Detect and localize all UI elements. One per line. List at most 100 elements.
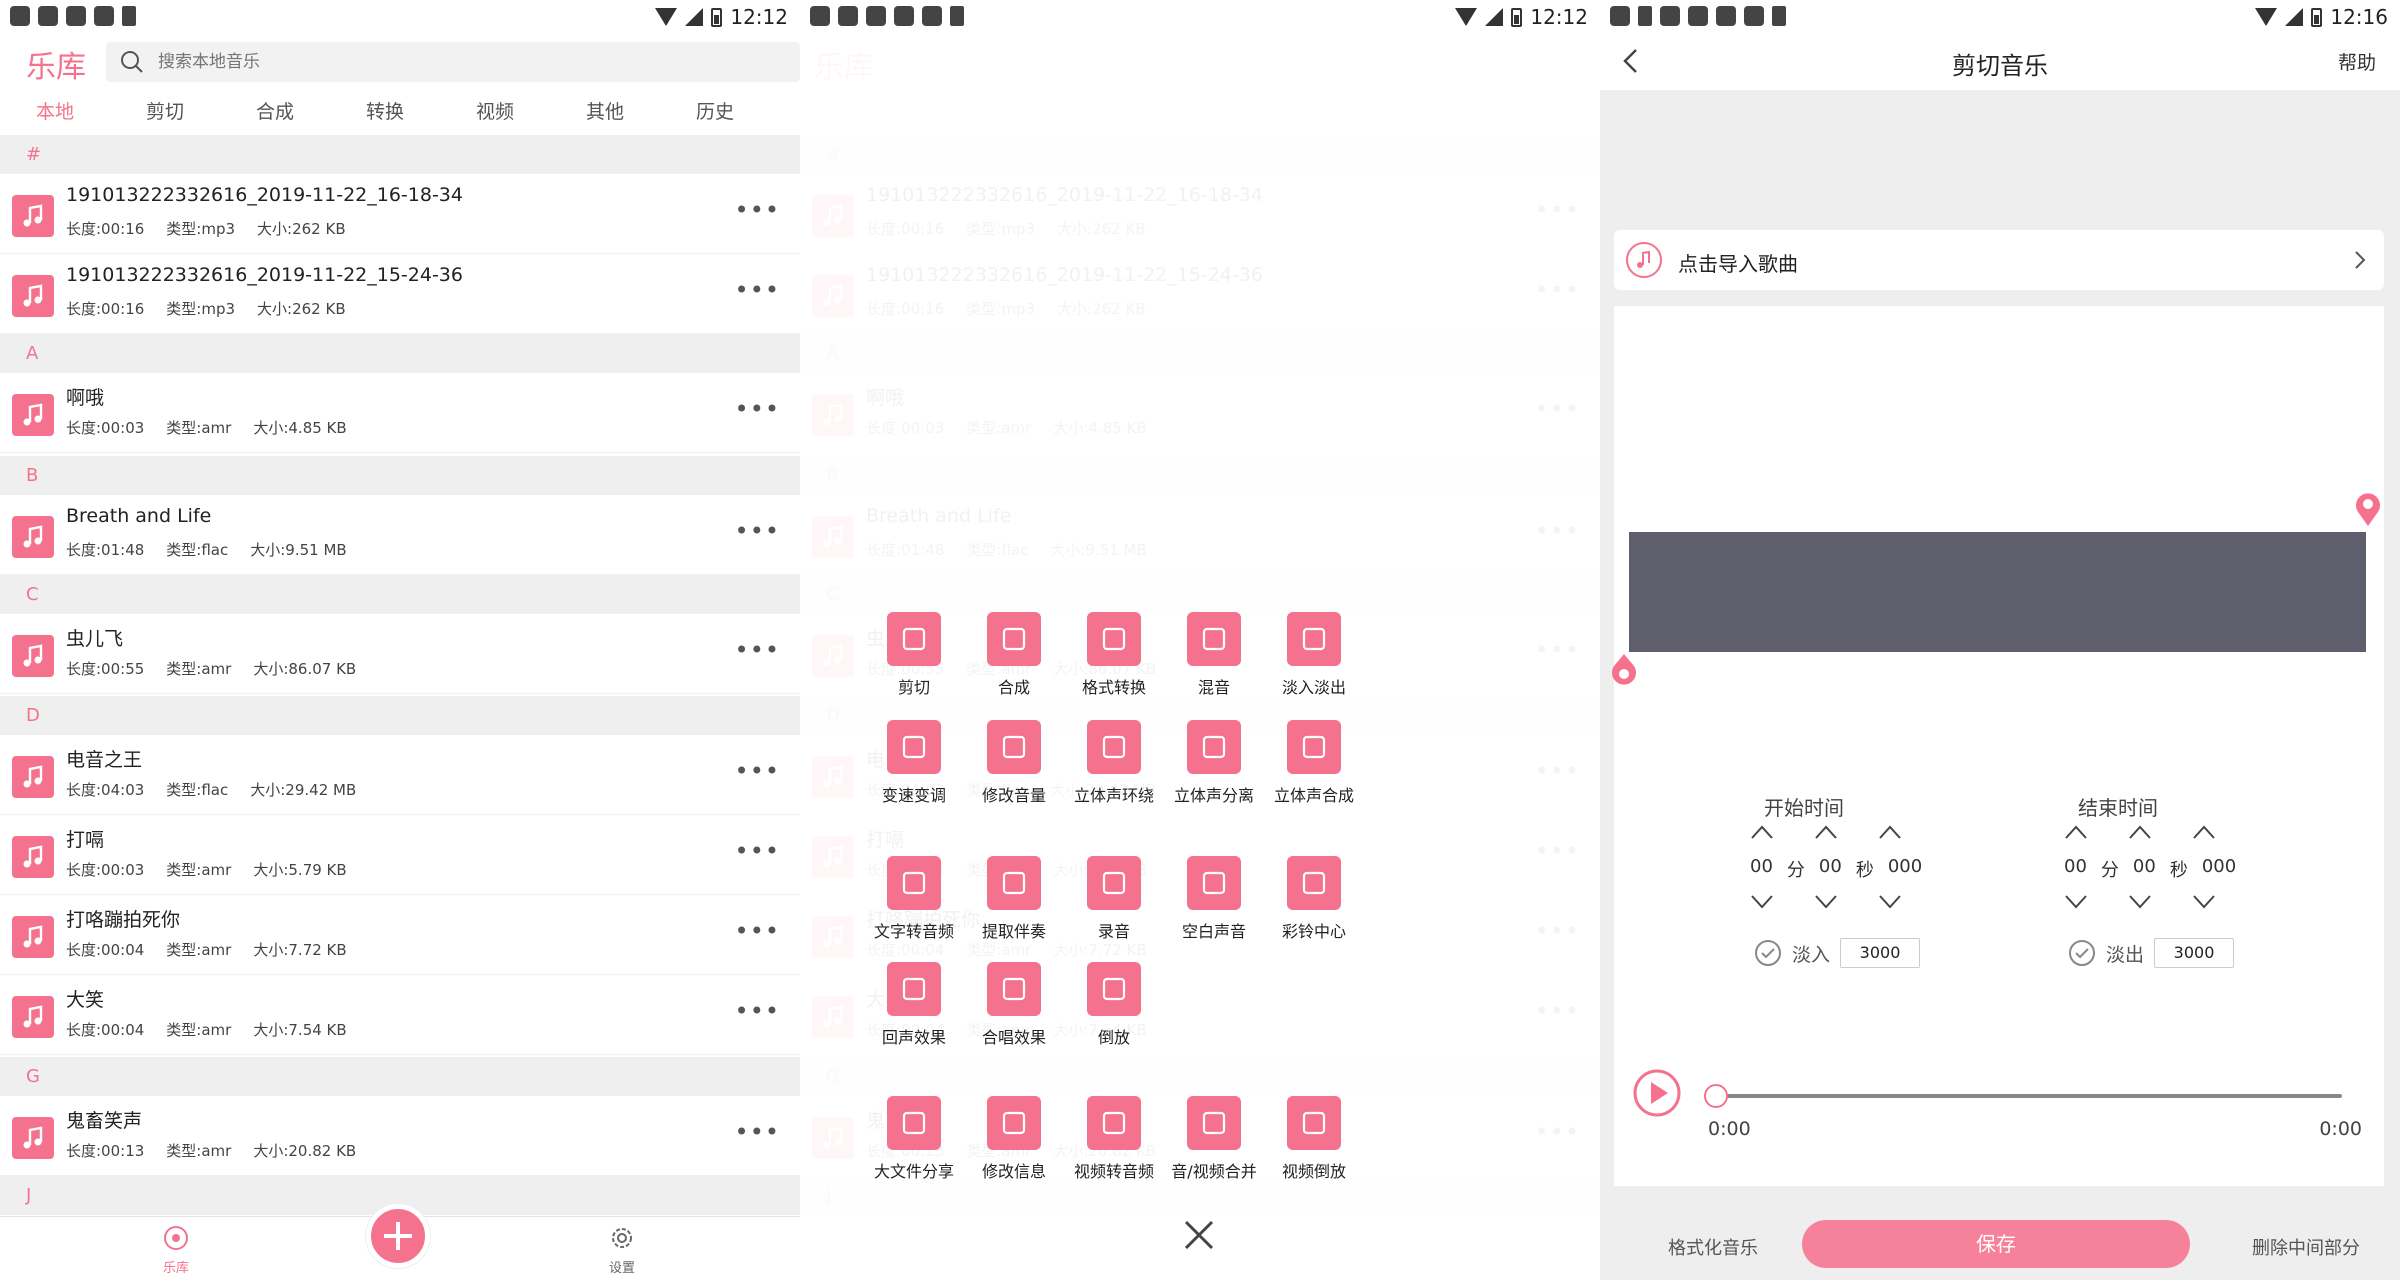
- song-title: 191013222332616_2019-11-22_16-18-34: [866, 184, 1263, 206]
- song-type: 类型:amr: [166, 1142, 232, 1160]
- more-options-icon[interactable]: •••: [735, 759, 780, 783]
- song-row[interactable]: 191013222332616_2019-11-22_16-18-34 长度:00…: [800, 174, 1600, 254]
- music-note-icon: [812, 836, 854, 878]
- more-options-icon[interactable]: •••: [1535, 919, 1580, 943]
- chevron-down-icon[interactable]: [2128, 894, 2152, 910]
- fade-in-input[interactable]: 3000: [1840, 938, 1921, 968]
- progress-track[interactable]: [1706, 1094, 2342, 1098]
- song-row[interactable]: 啊哦 长度:00:03 类型:amr 大小:4.85 KB •••: [800, 373, 1600, 453]
- song-type: 类型:mp3: [166, 300, 236, 318]
- chevron-up-icon[interactable]: [2064, 824, 2088, 840]
- music-note-icon: [12, 836, 54, 878]
- song-row[interactable]: 鬼畜笑声长度:00:13 类型:amr 大小:20.82 KB •••: [0, 1096, 800, 1176]
- tab-convert[interactable]: 转换: [330, 96, 440, 128]
- chevron-up-icon[interactable]: [2128, 824, 2152, 840]
- song-row[interactable]: Breath and Life 长度:01:48 类型:flac 大小:9.51 MB…: [800, 495, 1600, 575]
- volume-icon: [987, 720, 1041, 774]
- tab-merge[interactable]: 合成: [220, 96, 330, 128]
- close-button[interactable]: [1176, 1212, 1222, 1258]
- import-song-row[interactable]: 点击导入歌曲: [1614, 230, 2384, 290]
- song-row[interactable]: 打咯蹦拍死你 长度:00:04 类型:amr 大小:7.72 KB •••: [0, 895, 800, 975]
- chevron-up-icon[interactable]: [2192, 824, 2216, 840]
- tool-item[interactable]: 视频倒放: [1254, 1096, 1374, 1182]
- tool-item[interactable]: 立体声合成: [1254, 720, 1374, 806]
- delete-middle-button[interactable]: 删除中间部分: [2252, 1234, 2360, 1260]
- more-options-icon[interactable]: •••: [735, 919, 780, 943]
- music-note-icon: [812, 394, 854, 436]
- chevron-down-icon[interactable]: [1814, 894, 1838, 910]
- category-tabs: 本地 剪切 合成 转换 视频 其他 历史: [0, 96, 800, 128]
- more-options-icon[interactable]: •••: [735, 638, 780, 662]
- song-row[interactable]: 啊哦 长度:00:03 类型:amr 大小:4.85 KB •••: [0, 373, 800, 453]
- nav-library[interactable]: 乐库: [136, 1225, 216, 1276]
- tab-history[interactable]: 历史: [660, 96, 770, 128]
- more-options-icon[interactable]: •••: [735, 839, 780, 863]
- help-button[interactable]: 帮助: [2338, 48, 2376, 75]
- format-music-button[interactable]: 格式化音乐: [1668, 1234, 1758, 1260]
- search-bar[interactable]: [106, 42, 800, 82]
- more-options-icon[interactable]: •••: [1535, 638, 1580, 662]
- end-time-label: 结束时间: [2078, 796, 2158, 820]
- more-options-icon[interactable]: •••: [1535, 397, 1580, 421]
- song-meta: 长度:00:03 类型:amr 大小:5.79 KB: [66, 859, 369, 880]
- song-title: 打咯蹦拍死你: [66, 909, 181, 931]
- add-button[interactable]: [366, 1204, 430, 1268]
- song-row[interactable]: 191013222332616_2019-11-22_15-24-36 长度:00…: [800, 254, 1600, 334]
- tool-item[interactable]: 彩铃中心: [1254, 856, 1374, 942]
- tool-item[interactable]: 淡入淡出: [1254, 612, 1374, 698]
- notification-icon: [1716, 6, 1736, 26]
- more-options-icon[interactable]: •••: [1535, 519, 1580, 543]
- chevron-up-icon[interactable]: [1814, 824, 1838, 840]
- more-options-icon[interactable]: •••: [1535, 759, 1580, 783]
- fade-in-option[interactable]: 淡入 3000: [1754, 938, 1921, 968]
- more-options-icon[interactable]: •••: [1535, 1120, 1580, 1144]
- android-icon: [10, 6, 30, 26]
- song-row[interactable]: 大笑 长度:00:04 类型:amr 大小:7.54 KB •••: [0, 975, 800, 1055]
- song-row[interactable]: 打嗝长度:00:03 类型:amr 大小:5.79 KB •••: [0, 815, 800, 895]
- tab-cut[interactable]: 剪切: [110, 96, 220, 128]
- check-circle-icon[interactable]: [2068, 939, 2096, 967]
- chevron-down-icon[interactable]: [1878, 894, 1902, 910]
- nav-settings[interactable]: 设置: [582, 1225, 662, 1276]
- more-options-icon[interactable]: •••: [735, 198, 780, 222]
- more-options-icon[interactable]: •••: [735, 397, 780, 421]
- chevron-up-icon[interactable]: [1878, 824, 1902, 840]
- more-options-icon[interactable]: •••: [735, 278, 780, 302]
- status-bar: 12:16: [1600, 0, 2400, 32]
- extract-icon: [987, 856, 1041, 910]
- chevron-down-icon[interactable]: [2192, 894, 2216, 910]
- song-row[interactable]: 虫儿飞长度:00:55 类型:amr 大小:86.07 KB •••: [0, 614, 800, 694]
- library-screen: 12:12 乐库 本地 剪切 合成 转换 视频 其他 历史 #191013222…: [0, 0, 800, 1280]
- song-row[interactable]: 191013222332616_2019-11-22_15-24-36 长度:00…: [0, 254, 800, 334]
- song-row[interactable]: 191013222332616_2019-11-22_16-18-34 长度:00…: [0, 174, 800, 254]
- fade-out-option[interactable]: 淡出 3000: [2068, 938, 2235, 968]
- more-options-icon[interactable]: •••: [735, 1120, 780, 1144]
- tab-local[interactable]: 本地: [0, 96, 110, 128]
- chevron-down-icon[interactable]: [1750, 894, 1774, 910]
- more-options-icon[interactable]: •••: [1535, 839, 1580, 863]
- waveform[interactable]: [1626, 532, 2366, 652]
- song-row[interactable]: 电音之王长度:04:03 类型:flac 大小:29.42 MB •••: [0, 735, 800, 815]
- song-length: 长度:00:04: [66, 941, 145, 959]
- split-icon: [1187, 720, 1241, 774]
- more-options-icon[interactable]: •••: [1535, 278, 1580, 302]
- search-input[interactable]: [158, 48, 658, 76]
- song-row[interactable]: Breath and Life 长度:01:48 类型:flac 大小:9.51 MB…: [0, 495, 800, 575]
- more-options-icon[interactable]: •••: [735, 519, 780, 543]
- end-marker-icon[interactable]: [2354, 490, 2382, 528]
- check-circle-icon[interactable]: [1754, 939, 1782, 967]
- more-options-icon[interactable]: •••: [1535, 198, 1580, 222]
- tool-item[interactable]: 倒放: [1054, 962, 1174, 1048]
- save-button[interactable]: 保存: [1802, 1220, 2190, 1268]
- music-note-icon: [812, 756, 854, 798]
- start-marker-icon[interactable]: [1610, 652, 1638, 690]
- fade-out-input[interactable]: 3000: [2154, 938, 2235, 968]
- more-options-icon[interactable]: •••: [735, 999, 780, 1023]
- chevron-down-icon[interactable]: [2064, 894, 2088, 910]
- tab-other[interactable]: 其他: [550, 96, 660, 128]
- more-options-icon[interactable]: •••: [1535, 999, 1580, 1023]
- progress-knob[interactable]: [1704, 1084, 1728, 1108]
- play-icon[interactable]: [1632, 1068, 1682, 1118]
- tab-video[interactable]: 视频: [440, 96, 550, 128]
- chevron-up-icon[interactable]: [1750, 824, 1774, 840]
